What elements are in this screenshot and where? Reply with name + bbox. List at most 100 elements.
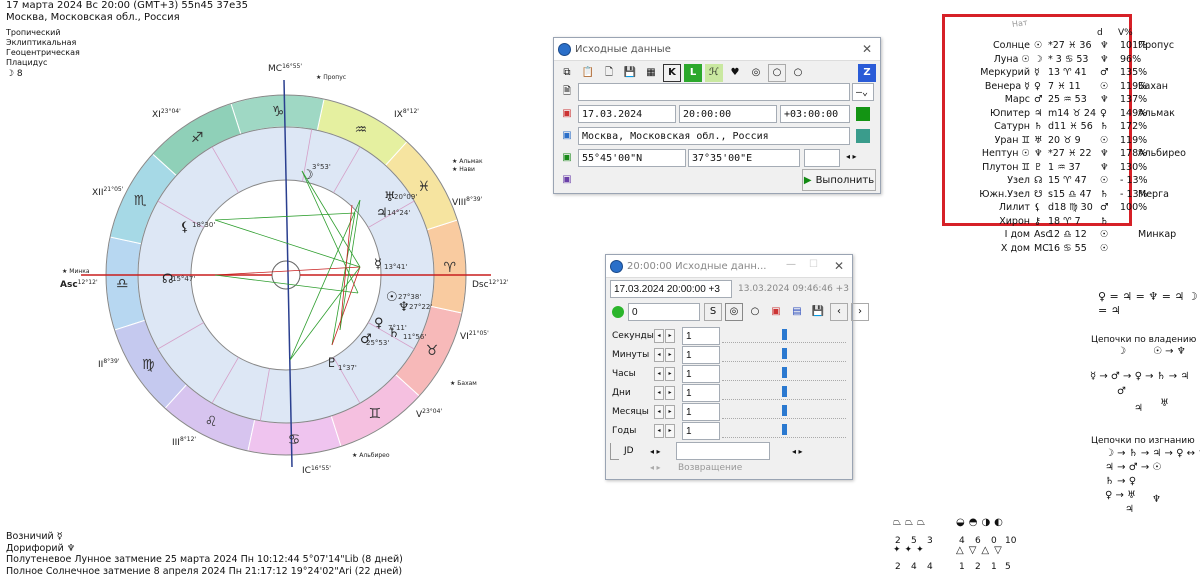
- z-icon[interactable]: Z: [858, 64, 876, 82]
- jd-field[interactable]: [676, 442, 770, 460]
- script-icon[interactable]: ℋ: [705, 64, 723, 82]
- increment-icon[interactable]: ▸: [665, 386, 675, 400]
- green-circle-icon[interactable]: [612, 306, 624, 318]
- longitude-field[interactable]: 37°35'00"E: [688, 149, 800, 167]
- heart-icon[interactable]: ♥: [726, 64, 744, 82]
- spin-value-field[interactable]: 1: [682, 365, 720, 383]
- radio-a-icon[interactable]: ○: [768, 64, 786, 82]
- green-status-icon[interactable]: [856, 107, 870, 121]
- planet-row[interactable]: Южн.Узел ☋ s15 ♎ 47 ♄ - 13% Мерга: [948, 188, 1200, 202]
- coords-icon[interactable]: ▣: [558, 149, 576, 167]
- altitude-field[interactable]: [804, 149, 840, 167]
- spin-slider[interactable]: [722, 347, 846, 362]
- disk-icon[interactable]: 💾: [809, 303, 827, 321]
- jd-stepper[interactable]: ◂ ▸: [650, 447, 661, 457]
- timezone-field[interactable]: +03:00:00: [780, 105, 850, 123]
- table-icon[interactable]: ▦: [642, 64, 660, 82]
- spin-slider[interactable]: [722, 366, 846, 381]
- latitude-field[interactable]: 55°45'00"N: [578, 149, 686, 167]
- planet-row[interactable]: Узел ☊ 15 ♈ 47 ☉ - 13%: [948, 174, 1200, 188]
- coords-stepper[interactable]: ◂ ▸: [846, 152, 857, 162]
- time-field[interactable]: 20:00:00: [679, 105, 777, 123]
- decrement-icon[interactable]: ◂: [654, 348, 664, 362]
- planet-row[interactable]: Луна ☉ ☽ * 3 ♋ 53 ♆ 96%: [948, 53, 1200, 67]
- decrement-icon[interactable]: ◂: [654, 405, 664, 419]
- increment-icon[interactable]: ▸: [665, 405, 675, 419]
- calendar-icon[interactable]: ▣: [558, 105, 576, 123]
- planet-row[interactable]: Марс ♂ 25 ♒ 53 ♆ 137%: [948, 93, 1200, 107]
- red-box-icon[interactable]: ▣: [767, 303, 785, 321]
- planet-row[interactable]: Плутон ♊ ♇ 1 ♒ 37 ♆ 130%: [948, 161, 1200, 175]
- increment-icon[interactable]: ▸: [665, 348, 675, 362]
- planet-row[interactable]: Солнце ☉ *27 ♓ 36 ♆ 101% Пропус: [948, 39, 1200, 53]
- window2-titlebar[interactable]: 20:00:00 Исходные данн... — ☐ ✕: [606, 255, 852, 278]
- return-stepper[interactable]: ◂ ▸: [650, 463, 661, 473]
- l-icon[interactable]: L: [684, 64, 702, 82]
- planet-row[interactable]: Уран ♊ ♅ 20 ♉ 9 ☉ 119%: [948, 134, 1200, 148]
- counter-field[interactable]: 0: [628, 303, 700, 321]
- planet-row[interactable]: Меркурий ☿ 13 ♈ 41 ♂ 135%: [948, 66, 1200, 80]
- source-data-window[interactable]: Исходные данные ✕ ⧉ 📋 🗋 💾 ▦ K L ℋ ♥ ◎ ○ …: [553, 37, 881, 194]
- planet-row[interactable]: X дом MC 16 ♋ 55 ☉: [948, 242, 1200, 256]
- date-field[interactable]: 17.03.2024: [578, 105, 676, 123]
- planet-row[interactable]: Венера ☿ ♀ 7 ♓ 11 ☉ 119% Бахан: [948, 80, 1200, 94]
- increment-icon[interactable]: ▸: [665, 329, 675, 343]
- spin-value-field[interactable]: 1: [682, 327, 720, 345]
- run-button[interactable]: ▶ Выполнить: [802, 169, 876, 191]
- spin-value-field[interactable]: 1: [682, 403, 720, 421]
- decrement-icon[interactable]: ◂: [654, 424, 664, 438]
- minimize-icon[interactable]: —: [786, 259, 796, 271]
- circle-icon[interactable]: ○: [746, 303, 764, 321]
- spin-slider[interactable]: [722, 423, 846, 438]
- increment-icon[interactable]: ▸: [665, 367, 675, 381]
- close-icon[interactable]: ✕: [862, 42, 872, 56]
- s-icon[interactable]: S: [704, 303, 722, 321]
- time-stepper-window[interactable]: 20:00:00 Исходные данн... — ☐ ✕ 17.03.20…: [605, 254, 869, 480]
- copy-icon[interactable]: ⧉: [558, 64, 576, 82]
- natal-chart-wheel[interactable]: ♎♍♌♋♊♉♈♓♒♑♐♏ ☽♅♃⚸☿☊☉♆♀♄♂♇3°53'20°09'14°2…: [40, 55, 560, 495]
- close-icon[interactable]: ✕: [834, 259, 844, 273]
- spin-slider[interactable]: [722, 328, 846, 343]
- slider-thumb[interactable]: [782, 386, 787, 397]
- radio-icon[interactable]: ◎: [725, 303, 743, 321]
- decrement-icon[interactable]: ◂: [654, 367, 664, 381]
- spin-slider[interactable]: [722, 404, 846, 419]
- map-icon[interactable]: [856, 129, 870, 143]
- calc-icon[interactable]: ▣: [558, 171, 576, 189]
- notes-dropdown[interactable]: –⌄: [852, 83, 874, 101]
- k-icon[interactable]: K: [663, 64, 681, 82]
- spin-value-field[interactable]: 1: [682, 346, 720, 364]
- increment-icon[interactable]: ▸: [665, 424, 675, 438]
- next-icon[interactable]: ›: [851, 303, 869, 321]
- new-icon[interactable]: 🗋: [600, 64, 618, 82]
- slider-thumb[interactable]: [782, 424, 787, 435]
- radio-b-icon[interactable]: ○: [789, 64, 807, 82]
- window-titlebar[interactable]: Исходные данные ✕: [554, 38, 880, 61]
- slider-thumb[interactable]: [782, 348, 787, 359]
- slider-thumb[interactable]: [782, 367, 787, 378]
- prev-icon[interactable]: ‹: [830, 303, 848, 321]
- planet-row[interactable]: Лилит ⚸ d18 ♍ 30 ♂ 100%: [948, 201, 1200, 215]
- export-icon[interactable]: ▤: [788, 303, 806, 321]
- decrement-icon[interactable]: ◂: [654, 329, 664, 343]
- slider-thumb[interactable]: [782, 405, 787, 416]
- jd-stepper-2[interactable]: ◂ ▸: [792, 447, 803, 457]
- spin-value-field[interactable]: 1: [682, 422, 720, 440]
- notes-field[interactable]: [578, 83, 850, 101]
- save-icon[interactable]: 💾: [621, 64, 639, 82]
- planet-row[interactable]: I дом Asc 12 ♎ 12 ☉ Минкар: [948, 228, 1200, 242]
- planet-row[interactable]: Хирон ⚷ 18 ♈ 7 ♄: [948, 215, 1200, 229]
- planet-row[interactable]: Юпитер ♃ m14 ♉ 24 ♀ 149% Альмак: [948, 107, 1200, 121]
- spin-value-field[interactable]: 1: [682, 384, 720, 402]
- maximize-icon[interactable]: ☐: [809, 259, 818, 271]
- place-field[interactable]: Москва, Московская обл., Россия: [578, 127, 850, 145]
- decrement-icon[interactable]: ◂: [654, 386, 664, 400]
- slider-thumb[interactable]: [782, 329, 787, 340]
- spin-slider[interactable]: [722, 385, 846, 400]
- notes-icon[interactable]: 🗎: [558, 83, 576, 101]
- spiral-icon[interactable]: ◎: [747, 64, 765, 82]
- place-icon[interactable]: ▣: [558, 127, 576, 145]
- planet-row[interactable]: Сатурн ♄ d11 ♓ 56 ♄ 172%: [948, 120, 1200, 134]
- current-datetime-field[interactable]: 17.03.2024 20:00:00 +3: [610, 280, 732, 298]
- planet-row[interactable]: Нептун ☉ ♆ *27 ♓ 22 ♆ 178% Альбирео: [948, 147, 1200, 161]
